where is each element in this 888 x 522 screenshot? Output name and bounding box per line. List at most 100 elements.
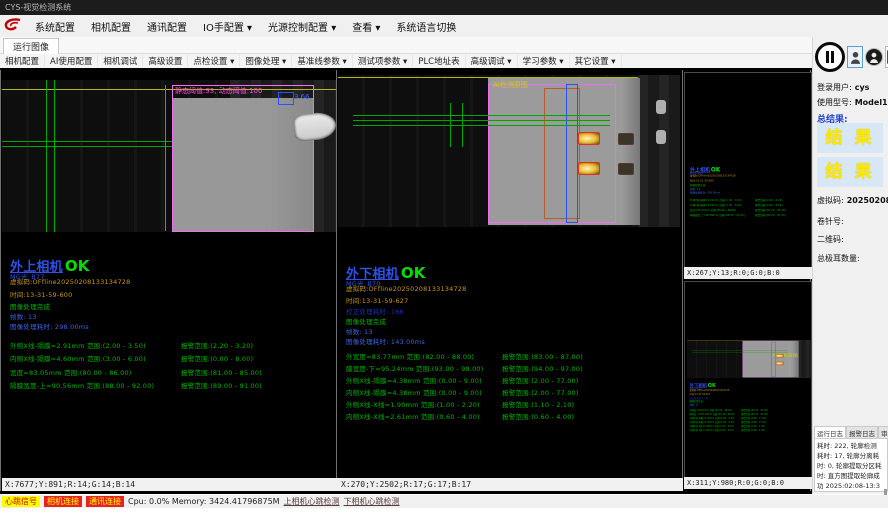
process-done-line: 图像处理完成 [10, 301, 50, 311]
lower-camera-heartbeat-check: 下相机心跳检测 [344, 496, 400, 507]
pixel-status-thumb-lower: X:311;Y:980;R:0;G:0;B:0 [684, 477, 814, 489]
measure-line-green [2, 146, 180, 147]
frame-count-line: 帧数: 13 [10, 311, 37, 321]
measurement-row: 膜宽度-下=95.24mm 范围:(93.00 - 98.00)报警范围:(94… [346, 363, 583, 373]
measurement-row: 外侧X线-隔膜=4.38mm 范围:(0.00 - 9.00)报警范围:(2.0… [346, 375, 579, 385]
tab-dim-marker [618, 133, 634, 145]
measurement-row: 内侧X线-隔膜=4.60mm 范围:(3.00 - 6.00)报警范围:(0.0… [10, 353, 253, 363]
account-button[interactable] [865, 48, 883, 66]
elapsed-line: 图像处理耗时: 298.00ms [10, 321, 89, 331]
measure-line-green [54, 80, 55, 232]
measurement-row: 外侧X线-隔膜=2.91mm 范围:(2.00 - 3.50)报警范围:(2.2… [10, 340, 253, 350]
upper-camera-heartbeat-check: 上相机心跳检测 [284, 496, 340, 507]
roi-rect-film [172, 85, 314, 232]
measure-line-green [450, 103, 451, 147]
pause-button[interactable] [815, 42, 845, 72]
tool-ai-usage-config[interactable]: AI使用配置 [45, 55, 98, 67]
ai-source-annotation: AI检测原图 [493, 80, 528, 90]
metal-highlight [656, 130, 666, 144]
user-login-button[interactable] [847, 46, 863, 68]
comm-link-indicator: 通讯连接 [86, 496, 124, 507]
pixel-status-lower: X:270;Y:2502;R:17;G:17;B:17 [338, 478, 683, 491]
log-output: 耗时: 222, 轮廓检测耗时: 17, 轮廓分离耗时: 0, 轮廓提取分区耗时… [814, 438, 888, 492]
tool-test-params[interactable]: 测试项参数 ▾ [353, 55, 413, 67]
menu-view[interactable]: 查看 ▾ [344, 19, 388, 34]
thumbnail-image: AI检测原图 [687, 340, 812, 378]
thumbnail-panel-upper[interactable]: 外上相机OK MG光_B77 虚拟码:OFfline20250208133134… [684, 72, 812, 269]
control-panel: 登录用户:cys 使用型号:Model1 总结果: 结 果 结 果 虚拟码:20… [812, 37, 888, 494]
measure-line-green [462, 103, 463, 147]
tool-image-processing[interactable]: 图像处理 ▾ [240, 55, 292, 67]
tab-glow-marker [578, 162, 600, 175]
needle-number-field: 卷针号: [817, 216, 844, 227]
camera-panel-lower: AI检测原图 外下相机OK MG光_B70 虚拟码:OFfline2025020… [338, 70, 680, 478]
roi-line-purple [165, 85, 166, 231]
edge-marker-label: 3.66 [294, 93, 310, 101]
measurement-row: 外宽度=83.77mm 范围:(82.00 - 88.00)报警范围:(83.0… [346, 351, 583, 361]
frame-count-line: 帧数: 13 [346, 326, 373, 336]
tab-dim-marker [618, 163, 634, 175]
measurement-row: 隔膜宽度-上=90.56mm 范围:(88.00 - 92.00)报警范围:(8… [10, 380, 262, 390]
person-circle-icon [869, 52, 879, 63]
tool-other-settings[interactable]: 其它设置 ▾ [570, 55, 622, 67]
elapsed-line: 图像处理耗时: 143.00ms [346, 336, 425, 346]
app-window: CYS-视觉检测系统 系统配置 相机配置 通讯配置 IO手配置 ▾ 光源控制配置… [0, 0, 888, 522]
process-done-line: 图像处理完成 [346, 316, 386, 326]
tab-run-image[interactable]: 运行图像 [3, 38, 59, 54]
divider [682, 70, 683, 491]
menu-comm-config[interactable]: 通讯配置 [139, 19, 195, 34]
measurement-row: 外侧X线-X线=1.90mm 范围:(1.00 - 2.20)报警范围:(1.1… [346, 399, 574, 409]
menu-io-config[interactable]: IO手配置 ▾ [195, 19, 260, 34]
measure-line-green [46, 80, 47, 232]
virtual-code-line: 虚拟码:OFfline20250208133134728 [346, 283, 466, 293]
result-ok-badge: OK [65, 257, 90, 275]
tool-plc-address[interactable]: PLC地址表 [413, 55, 465, 67]
measure-line-green [353, 125, 610, 126]
measure-line-green [2, 141, 180, 142]
camera-image-upper[interactable]: 静态阈值:93, 动态阈值:100 3.66 [2, 80, 336, 232]
control-buttons [815, 42, 888, 72]
time-line: 时间:13-31-59-600 [10, 289, 72, 299]
tool-advanced-settings[interactable]: 高级设置 [143, 55, 188, 67]
measure-line-green [353, 120, 610, 121]
camera-panel-upper: 静态阈值:93, 动态阈值:100 3.66 外上相机OK MG光_B77 虚拟… [2, 70, 336, 478]
tab-count-field: 总极耳数量: [817, 253, 860, 264]
measurement-row: 内侧X线-隔膜=4.38mm 范围:(0.00 - 9.00)报警范围:(2.0… [346, 387, 579, 397]
status-bar: 心跳信号 相机连接 通讯连接 Cpu: 0.0% Memory: 3424.41… [0, 495, 888, 508]
camera-link-indicator: 相机连接 [44, 496, 82, 507]
login-user-field: 登录用户:cys [817, 82, 869, 93]
menu-system-config[interactable]: 系统配置 [27, 19, 83, 34]
tool-learning-params[interactable]: 学习参数 ▾ [518, 55, 570, 67]
window-title: CYS-视觉检测系统 [5, 3, 71, 12]
measurement-row: 内侧X线-X线=2.61mm 范围:(0.60 - 4.00)报警范围:(0.6… [346, 411, 574, 421]
tool-camera-debug[interactable]: 相机调试 [98, 55, 143, 67]
camera-image-lower[interactable]: AI检测原图 [338, 75, 680, 227]
pixel-status-upper: X:7677;Y:891;R:14;G:14;B:14 [2, 478, 339, 491]
image-light-column [638, 75, 680, 227]
pause-icon [826, 51, 829, 63]
tool-advanced-debug[interactable]: 高级调试 ▾ [466, 55, 518, 67]
measure-line-green [353, 115, 610, 116]
thumbnail-panel-lower[interactable]: AI检测原图 外下相机OK MG光_B70 虚拟码:OFfline2025020… [684, 281, 812, 479]
tool-camera-config[interactable]: 相机配置 [0, 55, 45, 67]
result-box-upper: 结 果 [817, 123, 883, 153]
tool-baseline-params[interactable]: 基准线参数 ▾ [292, 55, 352, 67]
tool-spot-check[interactable]: 点检设置 ▾ [188, 55, 240, 67]
threshold-annotation: 静态阈值:93, 动态阈值:100 [175, 86, 262, 96]
tab-glow-marker [578, 132, 600, 145]
menu-camera-config[interactable]: 相机配置 [83, 19, 139, 34]
divider [336, 70, 337, 491]
app-logo-icon [4, 18, 24, 34]
time-line: 时间:13-31-59-627 [346, 295, 408, 305]
tab-strip: 运行图像 [0, 37, 812, 54]
virtual-code-line: 虚拟码:OFfline20250208133134728 [10, 276, 130, 286]
virtual-code-field: 虚拟码:20250208 [817, 195, 888, 206]
menu-language-switch[interactable]: 系统语言切换 [388, 19, 464, 34]
toolbar: 相机配置 AI使用配置 相机调试 高级设置 点检设置 ▾ 图像处理 ▾ 基准线参… [0, 54, 812, 69]
menu-bar: 系统配置 相机配置 通讯配置 IO手配置 ▾ 光源控制配置 ▾ 查看 ▾ 系统语… [0, 15, 888, 37]
correction-elapsed-line: 校正处理耗时: 166 [346, 306, 404, 316]
roi-rect-blue [566, 84, 578, 223]
qr-code-field: 二维码: [817, 234, 844, 245]
menu-light-config[interactable]: 光源控制配置 ▾ [260, 19, 344, 34]
result-box-lower: 结 果 [817, 157, 883, 187]
